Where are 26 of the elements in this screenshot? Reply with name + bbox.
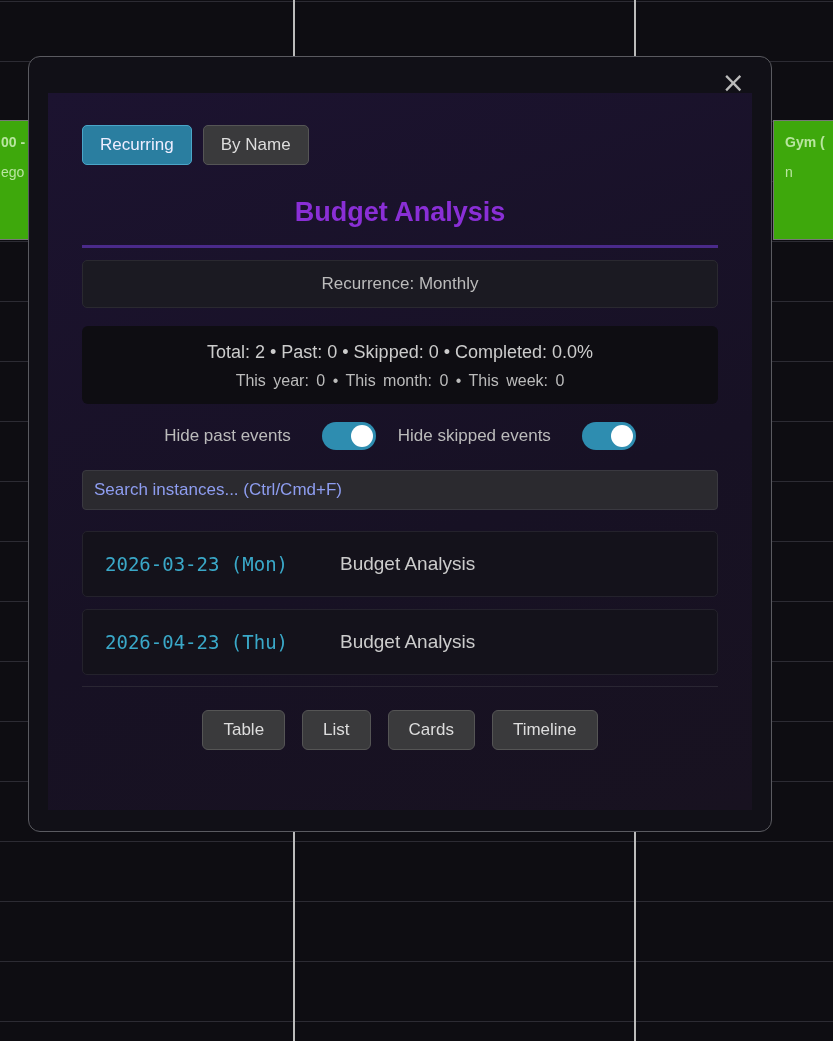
view-button[interactable]: Table	[202, 710, 286, 750]
toggle-label: Hide skipped events	[397, 426, 551, 446]
search-field[interactable]: Search instances... (Ctrl/Cmd+F)	[82, 470, 718, 510]
instance-date: 2026-04-23 (Thu)	[105, 631, 290, 653]
instance-row[interactable]: 2026-04-23 (Thu) Budget Analysis	[82, 609, 718, 675]
instance-row[interactable]: 2026-03-23 (Mon) Budget Analysis	[82, 531, 718, 597]
event-title: Gym (	[785, 134, 826, 150]
view-button[interactable]: Cards	[387, 710, 475, 750]
close-button[interactable]: ×	[717, 69, 749, 97]
event-detail: n	[785, 164, 794, 180]
toggle-switch[interactable]	[581, 422, 636, 450]
instance-name: Budget Analysis	[340, 553, 476, 575]
tab[interactable]: By Name	[202, 125, 309, 165]
tab[interactable]: Recurring	[82, 125, 192, 165]
instance-date: 2026-03-23 (Mon)	[105, 553, 290, 575]
event-detail: ego	[1, 164, 25, 180]
recurrence-info: Recurrence: Monthly	[82, 260, 718, 308]
view-button[interactable]: List	[302, 710, 371, 750]
dialog-title: Budget Analysis	[82, 197, 718, 248]
stats-periods: This year: 0 • This month: 0 • This week: 0	[234, 372, 566, 390]
stats-summary: Total: 2 • Past: 0 • Skipped: 0 • Completed: 0.0%	[205, 342, 595, 363]
toggle-label: Hide past events	[164, 426, 291, 446]
toggle-switch[interactable]	[321, 422, 376, 450]
instance-name: Budget Analysis	[340, 631, 476, 653]
event-title: 00 -	[1, 134, 26, 150]
view-button[interactable]: Timeline	[491, 710, 598, 750]
